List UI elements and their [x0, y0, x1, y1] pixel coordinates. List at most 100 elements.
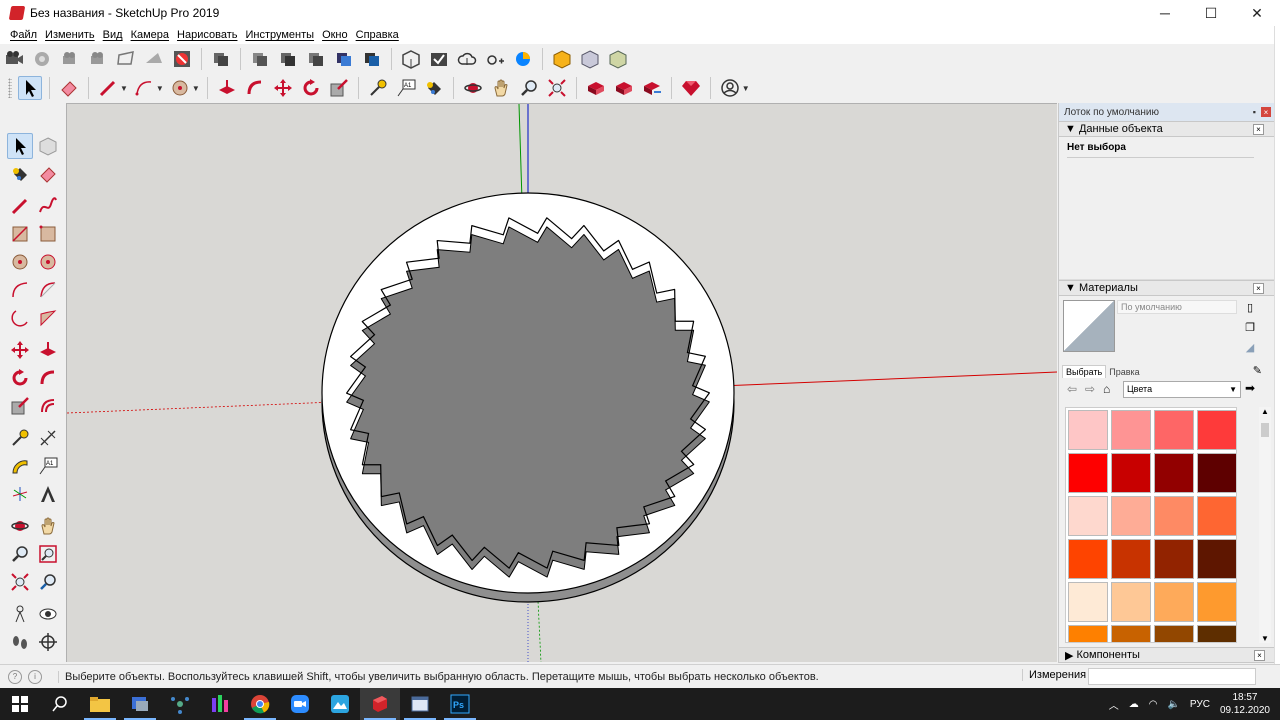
rectangle-icon[interactable] — [7, 221, 33, 247]
material-swatch[interactable] — [1154, 625, 1194, 642]
material-swatch[interactable] — [1111, 539, 1151, 579]
layers-icon[interactable] — [209, 47, 233, 71]
network-app-icon[interactable] — [160, 688, 200, 720]
move-icon[interactable] — [271, 76, 295, 100]
menu-file[interactable]: Файл — [10, 29, 37, 41]
material-swatch[interactable] — [1154, 496, 1194, 536]
push-pull-icon[interactable] — [215, 76, 239, 100]
components-header[interactable]: ▶ Компоненты × — [1059, 647, 1275, 663]
scene-canvas[interactable] — [67, 104, 1057, 662]
material-swatch[interactable] — [1111, 410, 1151, 450]
chevron-down-icon[interactable]: ▼ — [742, 84, 750, 93]
menu-draw[interactable]: Нарисовать — [177, 29, 237, 41]
default-swatch-icon[interactable]: ◢ — [1243, 340, 1257, 354]
walk-footprints-icon[interactable] — [7, 629, 33, 655]
account-icon[interactable] — [718, 76, 742, 100]
pencil-icon[interactable] — [96, 76, 120, 100]
paint-default-icon[interactable]: ❐ — [1243, 320, 1257, 334]
back-arrow-icon[interactable]: ⇦ — [1067, 382, 1081, 396]
extension-warehouse-icon[interactable] — [483, 47, 507, 71]
menu-help[interactable]: Справка — [356, 29, 399, 41]
menu-view[interactable]: Вид — [103, 29, 123, 41]
drawing-viewport[interactable] — [66, 103, 1057, 662]
camera-record-icon[interactable] — [86, 47, 110, 71]
orbit-icon[interactable] — [7, 513, 33, 539]
pan-hand-icon[interactable] — [489, 76, 513, 100]
paint-bucket-icon[interactable] — [7, 161, 33, 187]
arc-icon[interactable] — [132, 76, 156, 100]
info-icon[interactable]: i — [28, 669, 42, 684]
components-share-icon[interactable] — [612, 76, 636, 100]
material-preview[interactable] — [1063, 300, 1115, 352]
chrome-icon[interactable] — [240, 688, 280, 720]
stats-app-icon[interactable] — [200, 688, 240, 720]
input-language[interactable]: РУС — [1190, 699, 1210, 710]
circle-icon[interactable] — [7, 249, 33, 275]
chevron-down-icon[interactable]: ▼ — [120, 84, 128, 93]
follow-me-icon[interactable] — [35, 365, 61, 391]
styles-shaded-icon[interactable] — [276, 47, 300, 71]
look-around-icon[interactable] — [35, 601, 61, 627]
home-icon[interactable]: ⌂ — [1103, 382, 1117, 396]
pin-icon[interactable]: ▪ — [1253, 107, 1256, 117]
entity-info-header[interactable]: ▼ Данные объекта × — [1059, 121, 1274, 137]
material-swatch[interactable] — [1197, 453, 1236, 493]
measurements-input[interactable] — [1088, 668, 1256, 685]
circle-shape-icon[interactable] — [168, 76, 192, 100]
text-icon[interactable]: A1 — [35, 453, 61, 479]
tab-select[interactable]: Выбрать — [1062, 365, 1107, 378]
eraser-icon[interactable] — [57, 76, 81, 100]
details-arrow-icon[interactable]: ➡ — [1245, 381, 1255, 395]
material-swatch[interactable] — [1197, 539, 1236, 579]
trimble-connect-icon[interactable] — [511, 47, 535, 71]
tray-close-icon[interactable]: × — [1261, 107, 1271, 117]
menu-window[interactable]: Окно — [322, 29, 348, 41]
dimension-icon[interactable] — [35, 425, 61, 451]
minimize-button[interactable]: ─ — [1142, 0, 1188, 26]
material-swatch[interactable] — [1111, 625, 1151, 642]
material-category-select[interactable]: Цвета ▼ — [1123, 381, 1241, 398]
text-icon[interactable]: A1 — [394, 76, 418, 100]
file-explorer-icon[interactable] — [80, 688, 120, 720]
eraser-icon[interactable] — [35, 161, 61, 187]
orbit-icon[interactable] — [461, 76, 485, 100]
offset-icon[interactable] — [35, 393, 61, 419]
chevron-down-icon[interactable]: ▼ — [192, 84, 200, 93]
clock[interactable]: 18:57 09.12.2020 — [1220, 691, 1270, 717]
search-icon[interactable] — [40, 688, 80, 720]
scroll-up-icon[interactable]: ▲ — [1261, 407, 1269, 416]
two-point-arc-icon[interactable] — [35, 277, 61, 303]
select-arrow-icon[interactable] — [18, 76, 42, 100]
zoom-window-icon[interactable] — [35, 541, 61, 567]
model-info-icon[interactable] — [399, 47, 423, 71]
extension-ruby-icon[interactable] — [679, 76, 703, 100]
chevron-down-icon[interactable]: ▼ — [156, 84, 164, 93]
materials-header[interactable]: ▼ Материалы × — [1059, 280, 1274, 296]
follow-me-icon[interactable] — [243, 76, 267, 100]
material-swatch[interactable] — [1197, 496, 1236, 536]
pie-icon[interactable] — [35, 305, 61, 331]
3d-warehouse-icon[interactable] — [584, 76, 608, 100]
photoshop-icon[interactable]: Ps — [440, 688, 480, 720]
panel-close-icon[interactable]: × — [1253, 283, 1264, 294]
protractor-icon[interactable] — [7, 453, 33, 479]
panel-close-icon[interactable]: × — [1254, 650, 1265, 661]
sketchup-taskbar-icon[interactable] — [360, 688, 400, 720]
solid-intersect-icon[interactable] — [578, 47, 602, 71]
material-name-field[interactable]: По умолчанию — [1117, 300, 1237, 314]
cloud-icon[interactable]: ☁ — [1129, 699, 1139, 710]
menu-camera[interactable]: Камера — [131, 29, 169, 41]
section-plane-icon[interactable] — [35, 629, 61, 655]
move-icon[interactable] — [7, 337, 33, 363]
solid-outer-shell-icon[interactable] — [550, 47, 574, 71]
material-swatch[interactable] — [1068, 453, 1108, 493]
material-swatch[interactable] — [1068, 496, 1108, 536]
three-point-arc-icon[interactable] — [7, 305, 33, 331]
scroll-down-icon[interactable]: ▼ — [1261, 634, 1269, 643]
zoom-icon[interactable] — [517, 76, 541, 100]
app-icon-blue[interactable] — [120, 688, 160, 720]
material-swatch[interactable] — [1154, 582, 1194, 622]
rotate-icon[interactable] — [7, 365, 33, 391]
pan-hand-icon[interactable] — [35, 513, 61, 539]
material-swatch[interactable] — [1197, 625, 1236, 642]
